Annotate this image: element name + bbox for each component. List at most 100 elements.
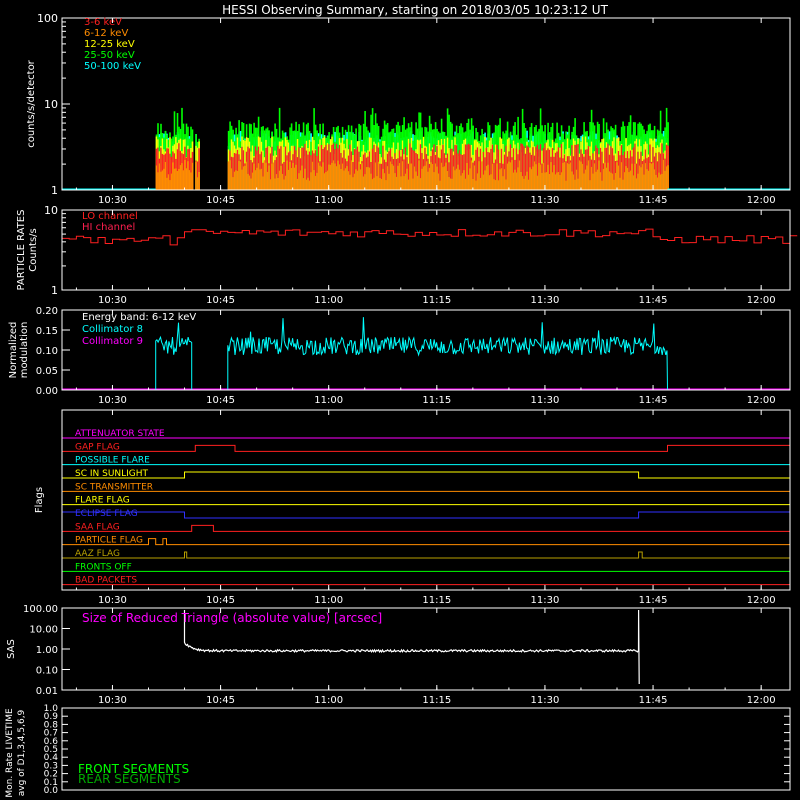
count-rates-bar-e6_12 (568, 164, 570, 190)
count-rates-bar-e6_12 (427, 171, 429, 190)
count-rates-bar-e6_12 (421, 168, 423, 190)
count-rates-bar-e6_12 (523, 178, 525, 190)
count-rates-bar-e6_12 (482, 174, 485, 190)
count-rates-bar-e6_12 (265, 162, 267, 190)
count-rates-bar-e6_12 (412, 178, 414, 190)
count-rates-bar-e6_12 (539, 164, 542, 190)
count-rates-bar-e6_12 (644, 163, 647, 190)
livetime-legend-rear: REAR SEGMENTS (78, 772, 181, 786)
count-rates-bar-e6_12 (388, 173, 390, 190)
count-rates-bar-e6_12 (187, 161, 189, 190)
count-rates-bar-e6_12 (195, 161, 197, 190)
count-rates-bar-e6_12 (184, 159, 186, 190)
count-rates-bar-e6_12 (361, 163, 363, 190)
count-rates-bar-e6_12 (308, 180, 311, 190)
count-rates-bar-e6_12 (325, 172, 327, 190)
sas-ylabel: SAS (6, 639, 17, 659)
count-rates-bar-e6_12 (179, 165, 182, 190)
count-rates-bar-e6_12 (305, 179, 308, 190)
count-rates-bar-e6_12 (521, 176, 524, 190)
flags-xtick-label: 11:15 (422, 595, 451, 606)
count-rates-bar-e6_12 (662, 159, 665, 190)
count-rates-bar-e6_12 (431, 164, 434, 190)
count-rates-ytick-label: 100 (37, 12, 58, 25)
count-rates-bar-e6_12 (341, 163, 344, 190)
count-rates-bar-e6_12 (389, 161, 392, 190)
count-rates-legend-e3_6: 3-6 keV (84, 17, 122, 28)
count-rates-bar-e6_12 (659, 174, 662, 190)
count-rates-bar-e6_12 (238, 160, 240, 190)
flags-xtick-label: 10:30 (98, 595, 127, 606)
count-rates-bar-e6_12 (446, 171, 449, 190)
flags-label-bad-packets: BAD PACKETS (75, 576, 137, 586)
count-rates-bar-e6_12 (590, 166, 593, 190)
count-rates-bar-e6_12 (538, 162, 540, 190)
count-rates-ylabel: counts/s/detector (26, 59, 37, 147)
count-rates-bar-e6_12 (595, 171, 597, 190)
count-rates-bar-e6_12 (479, 177, 482, 190)
count-rates-bar-e6_12 (416, 175, 419, 190)
count-rates-bar-e6_12 (454, 170, 456, 190)
count-rates-bar-e6_12 (422, 166, 425, 190)
count-rates-bar-e6_12 (310, 172, 312, 190)
count-rates-bar-e6_12 (434, 163, 437, 190)
count-rates-bar-e6_12 (665, 166, 668, 190)
count-rates-bar-e6_12 (470, 160, 473, 190)
count-rates-bar-e6_12 (155, 165, 158, 190)
count-rates-bar-e6_12 (157, 172, 159, 190)
count-rates-bar-e6_12 (650, 163, 653, 190)
particle-rates-xtick-label: 12:00 (747, 295, 776, 306)
count-rates-bar-e6_12 (289, 161, 291, 190)
count-rates-bar-e6_12 (337, 160, 339, 190)
count-rates-bar-e6_12 (440, 162, 443, 190)
count-rates-bar-e6_12 (566, 163, 569, 190)
particle-rates-ytick-label: 1 (51, 284, 58, 297)
count-rates-bar-e6_12 (278, 170, 281, 190)
count-rates-bar-e6_12 (553, 165, 555, 190)
count-rates-bar-e6_12 (577, 178, 579, 190)
count-rates-bar-e6_12 (334, 163, 336, 190)
count-rates-bar-e6_12 (292, 162, 294, 190)
count-rates-bar-e6_12 (533, 161, 536, 190)
count-rates-bar-e6_12 (616, 162, 618, 190)
count-rates-bar-e6_12 (433, 172, 435, 190)
count-rates-bar-e6_12 (188, 170, 191, 190)
flags-label-flare-flag: FLARE FLAG (75, 496, 130, 506)
count-rates-bar-e6_12 (190, 172, 192, 190)
modulation-ytick-label: 0.15 (36, 326, 58, 337)
count-rates-ytick-label: 10 (44, 98, 58, 111)
count-rates-bar-e6_12 (452, 166, 455, 190)
count-rates-bar-e6_12 (587, 160, 590, 190)
count-rates-bar-e6_12 (182, 170, 185, 190)
count-rates-bar-e6_12 (353, 173, 356, 190)
count-rates-bar-e6_12 (608, 171, 611, 190)
count-rates-bar-e6_12 (338, 164, 341, 190)
count-rates-bar-e6_12 (625, 166, 627, 190)
count-rates-bar-e6_12 (397, 165, 399, 190)
count-rates-bar-e6_12 (260, 168, 263, 190)
count-rates-bar-e6_12 (385, 180, 387, 190)
count-rates-bar-e6_12 (629, 170, 632, 190)
count-rates-bar-e6_12 (646, 169, 648, 190)
flags-xtick-label: 10:45 (206, 595, 235, 606)
count-rates-bar-e6_12 (418, 160, 420, 190)
count-rates-bar-e6_12 (605, 167, 608, 190)
count-rates-bar-e6_12 (302, 178, 305, 190)
count-rates-bar-e6_12 (395, 176, 398, 190)
sas-xtick-label: 11:30 (531, 695, 560, 706)
count-rates-bar-e6_12 (235, 170, 237, 190)
count-rates-bar-e6_12 (331, 162, 333, 190)
count-rates-bar-e6_12 (430, 162, 432, 190)
count-rates-bar-e6_12 (449, 178, 452, 190)
flags-xtick-label: 11:00 (314, 595, 343, 606)
count-rates-bar-e6_12 (469, 168, 471, 190)
particle-rates-xtick-label: 11:45 (639, 295, 668, 306)
count-rates-bar-e6_12 (317, 162, 320, 190)
count-rates-bar-e6_12 (484, 170, 486, 190)
count-rates-bar-e6_12 (500, 168, 503, 190)
count-rates-bar-e6_12 (586, 165, 588, 190)
flags-label-possible-flare: POSSIBLE FLARE (75, 456, 150, 466)
count-rates-bar-e6_12 (230, 168, 233, 190)
count-rates-bar-e6_12 (443, 166, 446, 190)
count-rates-bar-e6_12 (439, 180, 441, 190)
